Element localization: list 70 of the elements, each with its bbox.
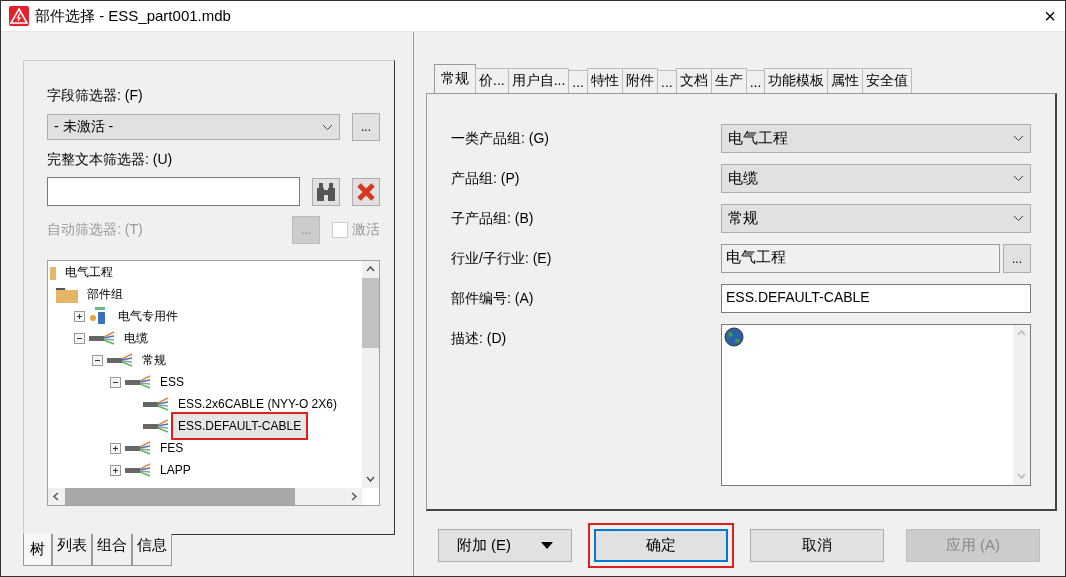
vertical-scrollbar[interactable] [362,261,379,488]
dropdown-arrow-icon [541,542,554,549]
dropdown[interactable]: 电气工程 [721,124,1031,153]
collapse-toggle[interactable] [110,376,121,388]
collapse-toggle[interactable] [74,332,85,344]
tab[interactable]: 常规 [434,64,476,93]
expand-toggle[interactable] [110,464,121,476]
folder-edge-icon [50,264,56,280]
field-label: 完整文本筛选器: (U) [47,151,174,169]
cable-icon [125,463,151,477]
split-button[interactable]: 附加 (E) [438,529,572,562]
tree-item[interactable]: 电缆 [119,326,153,350]
field-label: 部件编号: (A) [451,289,535,308]
expand-toggle[interactable] [110,442,121,454]
horizontal-scrollbar[interactable] [48,488,362,505]
expand-toggle[interactable] [74,310,85,322]
folder-icon [56,285,78,303]
tree-item[interactable]: FES [155,436,189,460]
tab[interactable]: 列表 [52,534,92,566]
field-label: 行业/子行业: (E) [451,249,553,268]
field-label: 产品组: (P) [451,169,521,188]
chevron-down-icon [1013,215,1024,222]
checkbox-label: 激活 [352,221,380,239]
tree-item[interactable]: ESS [155,370,189,394]
cable-icon [125,441,151,455]
chevron-down-icon [322,123,333,131]
field-label: 子产品组: (B) [451,209,535,228]
field-label: 字段筛选器: (F) [47,87,144,105]
globe-icon [724,327,744,347]
chevron-down-icon [1013,175,1024,182]
part-number-field[interactable]: ESS.DEFAULT-CABLE [721,284,1031,313]
dropdown[interactable]: 常规 [721,204,1031,233]
tab[interactable]: 安全值 [862,68,913,93]
warning-icon [9,6,29,26]
tree-item[interactable]: 部件组 [82,282,128,306]
field-label: 一类产品组: (G) [451,129,550,148]
cable-icon [107,353,133,367]
cable-icon [125,375,151,389]
tab[interactable]: 价... [475,68,509,93]
collapse-toggle[interactable] [92,354,103,366]
cable-icon [89,331,115,345]
tree-item[interactable]: ESS.DEFAULT-CABLE [173,414,307,438]
field-label: 自动筛选器: (T) [47,221,144,239]
chevron-down-icon [1013,135,1024,142]
readonly-field: 电气工程 [721,244,1000,273]
more-button[interactable]: ... [352,113,380,141]
dialog-button[interactable]: 取消 [750,529,884,562]
dropdown[interactable]: 电缆 [721,164,1031,193]
tab[interactable]: 树 [23,534,52,566]
tab[interactable]: 信息 [132,534,172,566]
window-title: 部件选择 - ESS_part001.mdb [35,6,232,26]
description-field[interactable] [721,324,1031,486]
dialog-button[interactable]: 确定 [594,529,728,562]
binoculars-icon [315,181,337,202]
tree-item[interactable]: ESS.2x6CABLE (NYY-O 2X6) [173,392,342,416]
more-button[interactable]: ... [1003,244,1031,273]
close-button[interactable]: × [1035,4,1065,28]
clear-button[interactable] [352,177,380,206]
close-icon [356,181,376,202]
tree-item[interactable]: 常规 [137,348,171,372]
field-label: 描述: (D) [451,329,508,348]
search-button[interactable] [312,177,340,206]
cable-icon [143,419,169,433]
cable-icon [143,397,169,411]
text-filter-field[interactable] [47,177,300,206]
tab[interactable]: 组合 [92,534,132,566]
tree-item[interactable]: LAPP [155,458,196,482]
tree-item[interactable]: 电气工程 [60,261,118,284]
field-filter-dropdown[interactable]: - 未激活 - [47,114,340,140]
tree-item[interactable]: 电气专用件 [113,304,183,328]
